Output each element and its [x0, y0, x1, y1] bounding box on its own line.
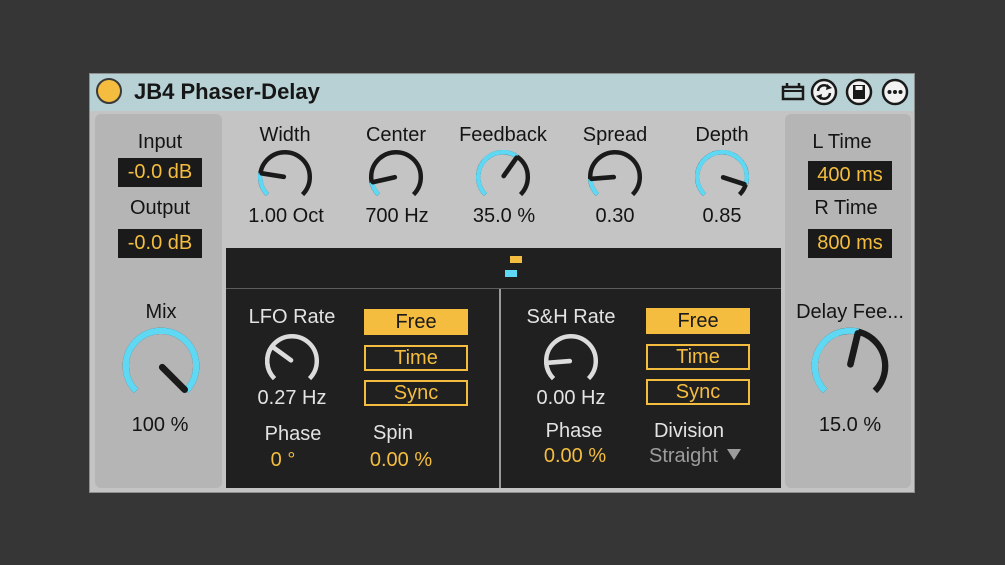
center-knob-track	[368, 150, 424, 197]
lfo-rate-label: LFO Rate	[248, 306, 336, 328]
sh-time-button[interactable]: Time	[646, 344, 750, 370]
width-knob-needle	[259, 170, 287, 180]
spin-value[interactable]: 0.00 %	[370, 449, 432, 472]
output-gain-field[interactable]: -0.0 dB	[118, 229, 202, 258]
l-time-field[interactable]: 400 ms	[808, 161, 892, 190]
feedback-knob-value-arc	[475, 149, 519, 197]
sh-rate-label: S&H Rate	[526, 306, 616, 328]
depth-value: 0.85	[702, 205, 742, 227]
device-title-bar: JB4 Phaser-Delay	[90, 74, 914, 111]
device-title: JB4 Phaser-Delay	[134, 79, 320, 104]
mix-label: Mix	[145, 301, 177, 323]
spin-label: Spin	[372, 422, 414, 444]
delay-feedback-value: 15.0 %	[818, 414, 882, 436]
dropdown-arrow-icon	[727, 449, 742, 460]
refresh-icon[interactable]	[810, 78, 838, 106]
depth-knob[interactable]	[691, 146, 753, 208]
lfo-sync-button[interactable]: Sync	[364, 380, 468, 406]
mix-knob[interactable]	[117, 322, 205, 410]
lfo-rate-knob-needle	[270, 344, 294, 363]
sh-free-button[interactable]: Free	[646, 308, 750, 334]
spread-knob-track	[587, 150, 643, 197]
lfo-rate-knob[interactable]	[261, 330, 323, 392]
division-value: Straight	[649, 445, 718, 467]
width-value: 1.00 Oct	[248, 205, 324, 227]
spread-knob[interactable]	[584, 146, 646, 208]
lfo-rate-value: 0.27 Hz	[257, 387, 327, 409]
lfo-free-button[interactable]: Free	[364, 309, 468, 335]
output-label: Output	[129, 197, 191, 219]
l-time-label: L Time	[812, 131, 872, 153]
sh-sync-button[interactable]: Sync	[646, 379, 750, 405]
delay-feedback-knob[interactable]	[806, 322, 894, 410]
center-knob[interactable]	[365, 146, 427, 208]
spread-label: Spread	[582, 124, 648, 146]
phaser-delay-device: JB4 Phaser-Delay Input -0.0 dB Output -0…	[89, 73, 915, 493]
depth-knob-needle	[720, 175, 747, 187]
spread-value: 0.30	[595, 205, 635, 227]
save-icon[interactable]	[845, 78, 873, 106]
sh-rate-knob-value-arc	[544, 362, 556, 381]
mix-knob-value-arc	[122, 327, 200, 394]
center-value: 700 Hz	[365, 205, 429, 227]
feedback-value: 35.0 %	[472, 205, 536, 227]
delay-feedback-knob-needle	[847, 330, 862, 368]
mix-knob-needle	[158, 363, 188, 393]
mix-value: 100 %	[131, 414, 189, 436]
lfo-time-button[interactable]: Time	[364, 345, 468, 371]
sh-rate-knob-needle	[545, 358, 573, 366]
device-power-button[interactable]	[96, 78, 122, 104]
feedback-label: Feedback	[459, 124, 547, 146]
lfo-phase-value[interactable]: 0 °	[271, 449, 296, 472]
feedback-knob-needle	[501, 155, 519, 179]
width-knob[interactable]	[254, 146, 316, 208]
r-time-field[interactable]: 800 ms	[808, 229, 892, 258]
feedback-knob[interactable]	[472, 146, 534, 208]
lfo-phase-label: Phase	[264, 423, 322, 445]
sh-rate-knob-track	[543, 334, 599, 381]
depth-knob-value-arc	[694, 150, 750, 197]
sh-rate-value: 0.00 Hz	[536, 387, 606, 409]
modulation-display	[226, 248, 781, 289]
sh-phase-value[interactable]: 0.00 %	[544, 445, 606, 468]
input-label: Input	[137, 131, 183, 153]
sh-indicator	[505, 270, 517, 277]
lfo-indicator	[510, 256, 522, 263]
delay-feedback-label: Delay Fee...	[796, 301, 904, 323]
division-label: Division	[653, 420, 725, 442]
lfo-rate-knob-track	[264, 334, 320, 381]
more-options-icon[interactable]	[881, 78, 909, 106]
input-gain-field[interactable]: -0.0 dB	[118, 158, 202, 187]
spread-knob-value-arc	[588, 178, 600, 197]
spread-knob-needle	[589, 174, 617, 182]
sh-phase-label: Phase	[545, 420, 603, 442]
width-label: Width	[259, 124, 311, 146]
r-time-label: R Time	[814, 197, 878, 219]
center-knob-needle	[370, 174, 398, 185]
sh-rate-knob[interactable]	[540, 330, 602, 392]
panel-divider	[499, 289, 501, 488]
center-label: Center	[365, 124, 427, 146]
depth-label: Depth	[695, 124, 749, 146]
hot-swap-icon[interactable]	[779, 78, 807, 106]
lfo-rate-knob-value-arc	[264, 345, 277, 381]
division-dropdown[interactable]: Straight	[649, 445, 742, 469]
